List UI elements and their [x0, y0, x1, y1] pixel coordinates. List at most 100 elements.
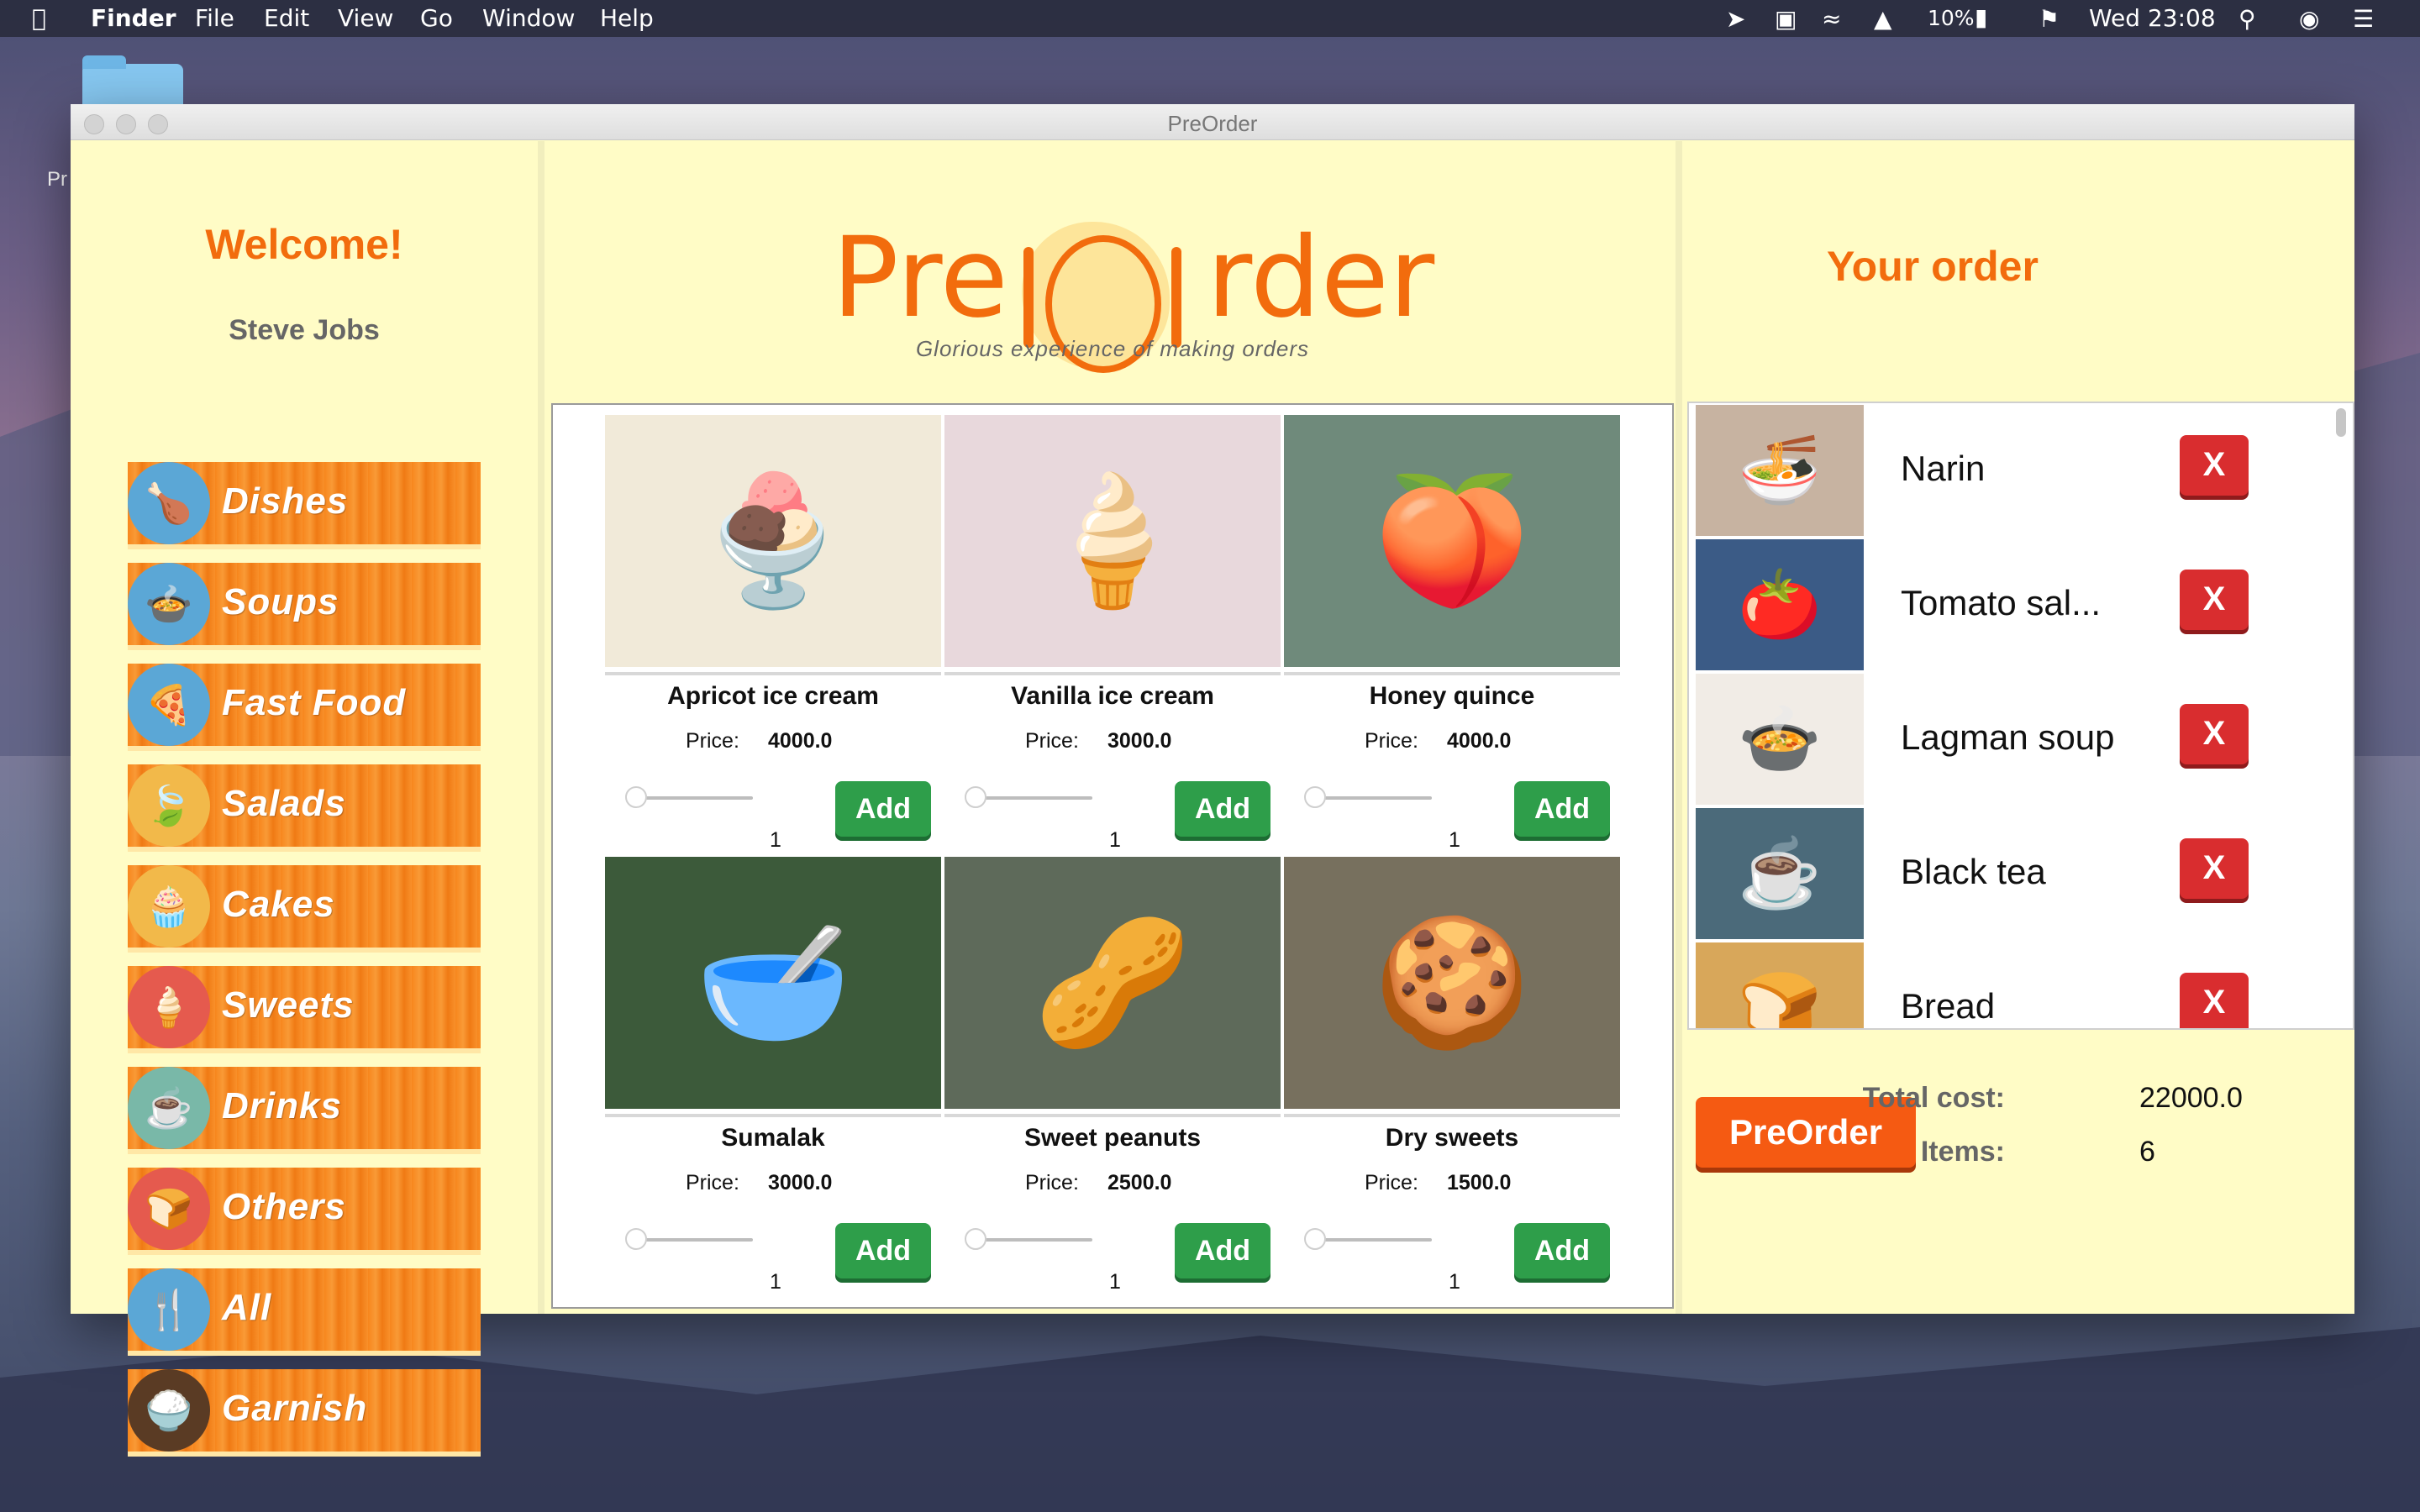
- card-divider: [605, 1114, 941, 1117]
- category-button-salads[interactable]: 🍃 Salads: [128, 764, 481, 852]
- quantity-value: 1: [1449, 1270, 1460, 1294]
- user-name: Steve Jobs: [229, 314, 380, 346]
- category-button-cakes[interactable]: 🧁 Cakes: [128, 865, 481, 953]
- total-cost-label: Total cost:: [1862, 1082, 2005, 1114]
- menu-edit[interactable]: Edit: [264, 4, 309, 32]
- bread-icon: 🍞: [128, 1168, 210, 1250]
- display-icon[interactable]: ▣: [1775, 5, 1797, 33]
- order-item-name: Bread: [1901, 986, 1996, 1026]
- panel-divider: [538, 141, 544, 1314]
- apple-icon[interactable]: : [32, 4, 46, 32]
- product-name: Dry sweets: [1385, 1124, 1519, 1152]
- logo-text-left: Pre: [832, 213, 1008, 343]
- card-divider: [944, 672, 1281, 675]
- battery-icon[interactable]: ▮: [1975, 3, 1987, 31]
- menu-bar:  Finder File Edit View Go Window Help ➤…: [0, 0, 2420, 37]
- quantity-slider-thumb[interactable]: [1304, 786, 1326, 808]
- remove-item-button[interactable]: X: [2180, 435, 2249, 496]
- order-item: 🍞 Bread X: [1689, 941, 2328, 1028]
- desktop-folder-label[interactable]: Pr: [47, 168, 67, 192]
- card-divider: [1284, 1114, 1620, 1117]
- menu-help[interactable]: Help: [600, 4, 654, 32]
- product-name: Vanilla ice cream: [1011, 682, 1214, 710]
- quantity-slider-thumb[interactable]: [625, 786, 647, 808]
- welcome-heading: Welcome!: [205, 221, 403, 268]
- remove-item-button[interactable]: X: [2180, 838, 2249, 899]
- flag-icon[interactable]: ⚑: [2039, 5, 2060, 33]
- quantity-slider-thumb[interactable]: [965, 786, 986, 808]
- ice-cream-cone-icon: 🍦: [128, 966, 210, 1048]
- wifi-icon[interactable]: ≈: [1822, 5, 1841, 33]
- order-title: Your order: [1827, 243, 2039, 290]
- total-cost-value: 22000.0: [2139, 1082, 2243, 1114]
- category-button-fast-food[interactable]: 🍕 Fast Food: [128, 664, 481, 751]
- add-button[interactable]: Add: [1175, 1223, 1270, 1278]
- order-scrollbar[interactable]: [2336, 408, 2346, 437]
- category-label: All: [222, 1287, 272, 1328]
- product-card: 🍪 Dry sweets Price: 1500.0 1 Add: [1284, 857, 1620, 1294]
- quantity-value: 1: [1109, 1270, 1121, 1294]
- add-button[interactable]: Add: [1175, 781, 1270, 837]
- add-button[interactable]: Add: [835, 781, 931, 837]
- remove-item-button[interactable]: X: [2180, 973, 2249, 1028]
- price-value: 3000.0: [1107, 729, 1172, 753]
- bread-icon: 🍞: [1696, 942, 1864, 1028]
- title-bar[interactable]: PreOrder: [71, 104, 2354, 140]
- card-divider: [1284, 672, 1620, 675]
- product-card: 🥣 Sumalak Price: 3000.0 1 Add: [605, 857, 941, 1294]
- product-name: Sumalak: [721, 1124, 825, 1152]
- quantity-value: 1: [770, 1270, 781, 1294]
- order-item: ☕ Black tea X: [1689, 806, 2328, 941]
- rice-bowl-icon: 🍚: [128, 1369, 210, 1452]
- product-grid: 🍨 Apricot ice cream Price: 4000.0 1 Add 🍦 Vanil…: [551, 403, 1674, 1309]
- menu-window[interactable]: Window: [482, 4, 575, 32]
- roast-chicken-icon: 🍗: [128, 462, 210, 544]
- category-label: Others: [222, 1186, 346, 1227]
- app-header: Pre rder Glorious experience of making o…: [551, 141, 1674, 391]
- airplay-icon[interactable]: ▲: [1874, 5, 1892, 33]
- order-list[interactable]: 🍜 Narin X 🍅 Tomato sal... X 🍲 Lagman soup X ☕ Blac…: [1687, 402, 2354, 1030]
- left-panel: Welcome! Steve Jobs 🍗 Dishes 🍲 Soups 🍕 Fast F…: [71, 141, 538, 1457]
- category-button-soups[interactable]: 🍲 Soups: [128, 563, 481, 650]
- menu-go[interactable]: Go: [420, 4, 453, 32]
- list-icon[interactable]: ☰: [2353, 5, 2374, 33]
- remove-item-button[interactable]: X: [2180, 704, 2249, 764]
- product-name: Sweet peanuts: [1023, 1124, 1202, 1152]
- menu-app-name[interactable]: Finder: [91, 4, 176, 32]
- price-label: Price:: [1365, 1171, 1418, 1194]
- category-button-dishes[interactable]: 🍗 Dishes: [128, 462, 481, 549]
- fork-icon: [1171, 247, 1181, 348]
- window-title: PreOrder: [1167, 111, 1258, 136]
- order-item-name: Lagman soup: [1901, 717, 2115, 757]
- quantity-slider-thumb[interactable]: [965, 1228, 986, 1250]
- category-button-garnish[interactable]: 🍚 Garnish: [128, 1369, 481, 1457]
- add-button[interactable]: Add: [835, 1223, 931, 1278]
- menu-file[interactable]: File: [195, 4, 234, 32]
- peanuts-icon: 🥜: [944, 857, 1281, 1109]
- noodles-icon: 🍜: [1696, 405, 1864, 536]
- search-icon[interactable]: ⚲: [2238, 5, 2256, 33]
- soup-bowl-icon: 🍲: [1696, 674, 1864, 805]
- price-label: Price:: [686, 1171, 739, 1194]
- price-label: Price:: [686, 729, 739, 753]
- ice-cream-cone-icon: 🍦: [944, 415, 1281, 667]
- quantity-slider-thumb[interactable]: [1304, 1228, 1326, 1250]
- leaf-icon: 🍃: [128, 764, 210, 847]
- add-button[interactable]: Add: [1514, 781, 1610, 837]
- order-item-name: Narin: [1901, 449, 1986, 488]
- clock[interactable]: Wed 23:08: [2089, 4, 2216, 32]
- quantity-slider-thumb[interactable]: [625, 1228, 647, 1250]
- remove-item-button[interactable]: X: [2180, 570, 2249, 630]
- siri-icon[interactable]: ◉: [2299, 5, 2319, 33]
- quantity-value: 1: [770, 828, 781, 852]
- location-icon[interactable]: ➤: [1726, 5, 1745, 33]
- spoon-icon: [1023, 247, 1034, 348]
- category-button-others[interactable]: 🍞 Others: [128, 1168, 481, 1255]
- category-label: Salads: [222, 783, 346, 824]
- add-button[interactable]: Add: [1514, 1223, 1610, 1278]
- category-button-all[interactable]: 🍴 All: [128, 1268, 481, 1356]
- category-button-sweets[interactable]: 🍦 Sweets: [128, 966, 481, 1053]
- category-label: Cakes: [222, 884, 335, 925]
- category-button-drinks[interactable]: ☕ Drinks: [128, 1067, 481, 1154]
- menu-view[interactable]: View: [338, 4, 393, 32]
